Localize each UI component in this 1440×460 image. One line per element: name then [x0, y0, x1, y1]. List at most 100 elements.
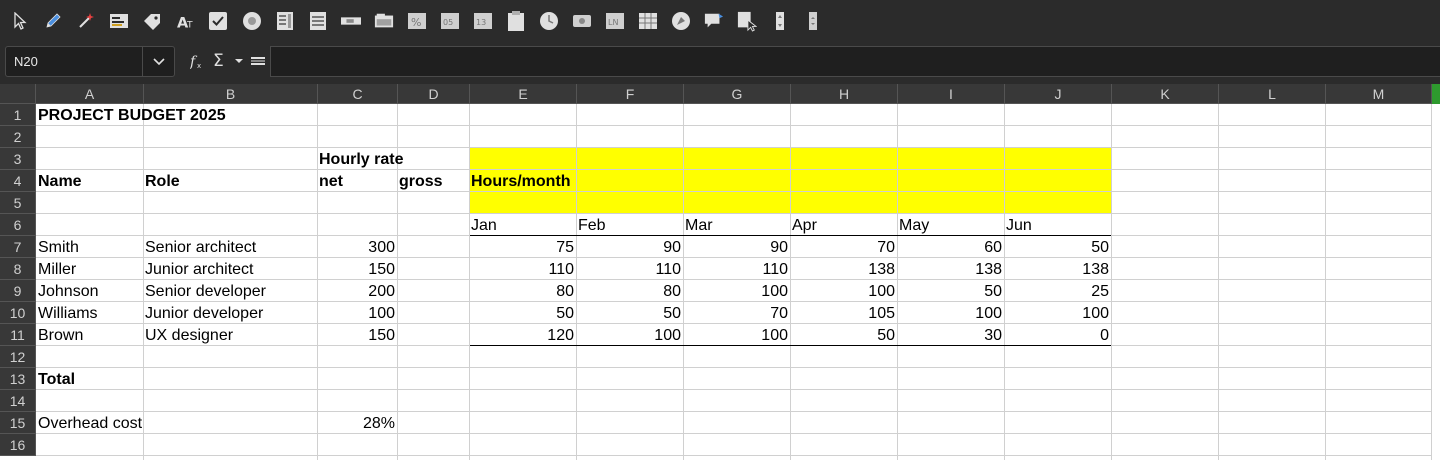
file-selection-icon[interactable]: [737, 11, 757, 32]
person-net-rate[interactable]: 150: [317, 324, 397, 346]
radio-button-icon[interactable]: [242, 11, 262, 31]
row-header[interactable]: 13: [0, 368, 36, 390]
hours-cell[interactable]: 110: [683, 258, 790, 280]
tag-icon[interactable]: [142, 11, 162, 31]
pen-icon[interactable]: [43, 11, 63, 31]
date-field-icon[interactable]: 13: [473, 11, 493, 31]
function-wizard-icon[interactable]: fx: [190, 53, 206, 69]
header-name[interactable]: Name: [36, 170, 84, 192]
row-header[interactable]: 11: [0, 324, 36, 346]
column-header[interactable]: B: [144, 84, 318, 104]
column-header[interactable]: H: [791, 84, 898, 104]
image-button-icon[interactable]: [572, 11, 592, 31]
person-role[interactable]: Junior architect: [143, 258, 256, 280]
hours-cell[interactable]: 110: [469, 258, 576, 280]
person-net-rate[interactable]: 200: [317, 280, 397, 302]
person-role[interactable]: Junior developer: [143, 302, 265, 324]
row-header[interactable]: 15: [0, 412, 36, 434]
form-design-icon[interactable]: [109, 11, 129, 31]
hours-cell[interactable]: 105: [790, 302, 897, 324]
spin-button-icon[interactable]: [770, 11, 790, 31]
hours-cell[interactable]: 75: [469, 236, 576, 258]
total-label[interactable]: Total: [36, 368, 77, 390]
numeric-field-icon[interactable]: 05: [440, 11, 460, 31]
hours-cell[interactable]: 50: [1004, 236, 1111, 258]
overhead-label[interactable]: Overhead cost: [36, 412, 144, 434]
scrollbar-icon[interactable]: [341, 11, 361, 31]
row-header[interactable]: 12: [0, 346, 36, 368]
person-name[interactable]: Johnson: [36, 280, 101, 302]
person-role[interactable]: Senior architect: [143, 236, 258, 258]
column-header[interactable]: G: [684, 84, 791, 104]
more-controls-icon[interactable]: [803, 11, 823, 31]
row-header[interactable]: 7: [0, 236, 36, 258]
row-header[interactable]: 5: [0, 192, 36, 214]
cell-area[interactable]: PROJECT BUDGET 2025 Hourly rate Name Rol…: [36, 104, 1432, 460]
hours-cell[interactable]: 100: [1004, 302, 1111, 324]
person-net-rate[interactable]: 100: [317, 302, 397, 324]
hours-cell[interactable]: 0: [1004, 324, 1111, 346]
column-header[interactable]: I: [898, 84, 1005, 104]
column-header[interactable]: C: [318, 84, 398, 104]
formula-input[interactable]: [270, 46, 1440, 77]
hours-cell[interactable]: 80: [576, 280, 683, 302]
month-label[interactable]: Apr: [790, 214, 819, 236]
hours-cell[interactable]: 100: [683, 324, 790, 346]
column-header[interactable]: M: [1326, 84, 1432, 104]
hours-cell[interactable]: 80: [469, 280, 576, 302]
header-net[interactable]: net: [317, 170, 345, 192]
sum-icon[interactable]: Σ: [213, 51, 224, 71]
header-hourly-rate[interactable]: Hourly rate: [317, 148, 405, 170]
row-header[interactable]: 1: [0, 104, 36, 126]
hours-cell[interactable]: 50: [790, 324, 897, 346]
navigation-bar-icon[interactable]: [671, 11, 691, 31]
row-header[interactable]: 16: [0, 434, 36, 456]
table-control-icon[interactable]: [638, 11, 658, 31]
month-label[interactable]: Jun: [1004, 214, 1034, 236]
hours-cell[interactable]: 100: [790, 280, 897, 302]
select-icon[interactable]: [10, 11, 30, 31]
hours-cell[interactable]: 60: [897, 236, 1004, 258]
column-header[interactable]: E: [470, 84, 577, 104]
header-hours-month[interactable]: Hours/month: [469, 170, 573, 192]
cell-reference[interactable]: N20: [14, 54, 38, 69]
list-box-icon[interactable]: [275, 11, 295, 31]
hours-cell[interactable]: 25: [1004, 280, 1111, 302]
hours-cell[interactable]: 50: [469, 302, 576, 324]
month-label[interactable]: Mar: [683, 214, 715, 236]
row-header[interactable]: 8: [0, 258, 36, 280]
column-header[interactable]: K: [1112, 84, 1219, 104]
person-name[interactable]: Brown: [36, 324, 85, 346]
header-gross[interactable]: gross: [397, 170, 445, 192]
column-header[interactable]: L: [1219, 84, 1326, 104]
hours-cell[interactable]: 50: [576, 302, 683, 324]
row-header[interactable]: 10: [0, 302, 36, 324]
hours-cell[interactable]: 138: [1004, 258, 1111, 280]
clipboard-icon[interactable]: [506, 11, 526, 31]
row-header[interactable]: 9: [0, 280, 36, 302]
sheet-title[interactable]: PROJECT BUDGET 2025: [36, 104, 228, 126]
column-header[interactable]: D: [398, 84, 470, 104]
month-label[interactable]: Jan: [469, 214, 499, 236]
hours-cell[interactable]: 100: [683, 280, 790, 302]
row-header[interactable]: 14: [0, 390, 36, 412]
column-header[interactable]: J: [1005, 84, 1112, 104]
hours-cell[interactable]: 90: [576, 236, 683, 258]
hours-cell[interactable]: 100: [897, 302, 1004, 324]
formatted-field-icon[interactable]: %: [407, 11, 427, 31]
hours-cell[interactable]: 100: [576, 324, 683, 346]
column-header[interactable]: F: [577, 84, 684, 104]
sum-dropdown-icon[interactable]: [235, 53, 243, 69]
time-field-icon[interactable]: [539, 11, 559, 31]
group-box-icon[interactable]: [374, 11, 394, 31]
formula-icon[interactable]: [251, 53, 265, 69]
hours-cell[interactable]: 70: [683, 302, 790, 324]
person-net-rate[interactable]: 150: [317, 258, 397, 280]
hours-cell[interactable]: 70: [790, 236, 897, 258]
row-header[interactable]: 3: [0, 148, 36, 170]
hours-cell[interactable]: 138: [897, 258, 1004, 280]
hours-cell[interactable]: 120: [469, 324, 576, 346]
person-name[interactable]: Smith: [36, 236, 81, 258]
column-header[interactable]: A: [36, 84, 144, 104]
person-role[interactable]: UX designer: [143, 324, 235, 346]
